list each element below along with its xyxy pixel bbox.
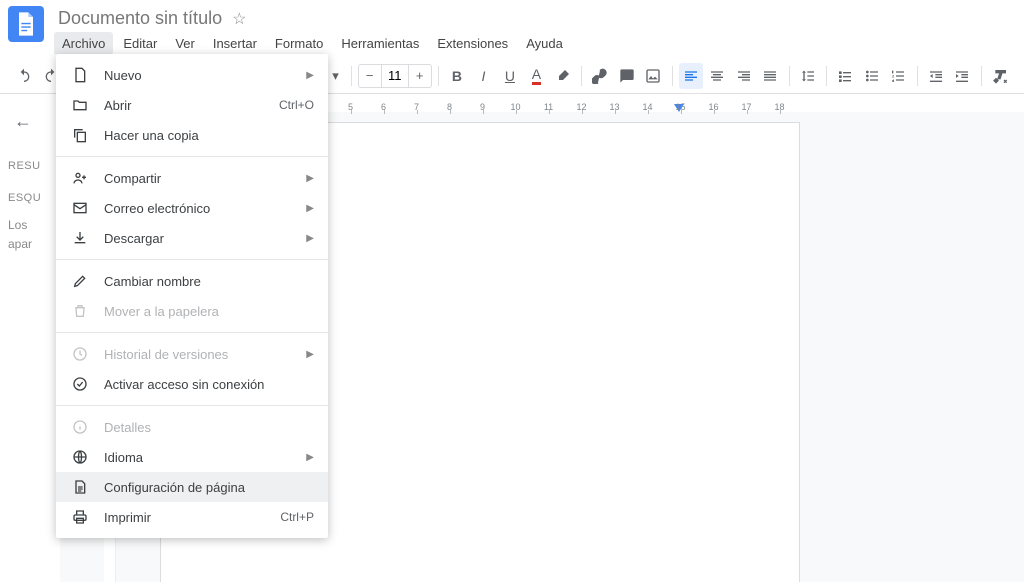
italic-button[interactable]: I — [471, 63, 496, 89]
submenu-arrow-icon: ▶ — [306, 203, 314, 214]
history-icon — [70, 344, 90, 364]
menu-item-compartir[interactable]: Compartir ▶ — [56, 163, 328, 193]
clearformat-button[interactable] — [988, 63, 1013, 89]
undo-button[interactable] — [12, 63, 37, 89]
menu-ayuda[interactable]: Ayuda — [518, 32, 571, 55]
submenu-arrow-icon: ▶ — [306, 349, 314, 360]
menu-editar[interactable]: Editar — [115, 32, 165, 55]
menu-extensiones[interactable]: Extensiones — [429, 32, 516, 55]
bold-button[interactable]: B — [445, 63, 470, 89]
menu-item-historial: Historial de versiones ▶ — [56, 339, 328, 369]
comment-button[interactable] — [615, 63, 640, 89]
underline-button[interactable]: U — [498, 63, 523, 89]
archivo-menu: Nuevo ▶ Abrir Ctrl+O Hacer una copia Com… — [56, 54, 328, 538]
mail-icon — [70, 198, 90, 218]
globe-icon — [70, 447, 90, 467]
numberlist-button[interactable] — [886, 63, 911, 89]
align-justify-button[interactable] — [758, 63, 783, 89]
menu-item-offline[interactable]: Activar acceso sin conexión — [56, 369, 328, 399]
fontsize-minus[interactable]: − — [359, 68, 381, 83]
star-icon[interactable]: ☆ — [232, 9, 246, 29]
align-right-button[interactable] — [732, 63, 757, 89]
menu-archivo[interactable]: Archivo — [54, 32, 113, 55]
textcolor-button[interactable]: A — [524, 63, 549, 89]
copy-icon — [70, 125, 90, 145]
linespacing-button[interactable] — [796, 63, 821, 89]
image-button[interactable] — [641, 63, 666, 89]
menubar: Archivo Editar Ver Insertar Formato Herr… — [54, 31, 571, 56]
submenu-arrow-icon: ▶ — [306, 452, 314, 463]
folder-icon — [70, 95, 90, 115]
menu-item-pagina[interactable]: Configuración de página — [56, 472, 328, 502]
info-icon — [70, 417, 90, 437]
bulletlist-button[interactable] — [860, 63, 885, 89]
menu-herramientas[interactable]: Herramientas — [333, 32, 427, 55]
pencil-icon — [70, 271, 90, 291]
submenu-arrow-icon: ▶ — [306, 70, 314, 81]
outdent-button[interactable] — [924, 63, 949, 89]
menu-item-imprimir[interactable]: Imprimir Ctrl+P — [56, 502, 328, 532]
menu-item-copia[interactable]: Hacer una copia — [56, 120, 328, 150]
menu-ver[interactable]: Ver — [167, 32, 203, 55]
print-icon — [70, 507, 90, 527]
menu-item-correo[interactable]: Correo electrónico ▶ — [56, 193, 328, 223]
menu-item-papelera: Mover a la papelera — [56, 296, 328, 326]
align-left-button[interactable] — [679, 63, 704, 89]
fontsize-plus[interactable]: + — [409, 68, 431, 83]
submenu-arrow-icon: ▶ — [306, 233, 314, 244]
download-icon — [70, 228, 90, 248]
checklist-button[interactable] — [833, 63, 858, 89]
menu-item-descargar[interactable]: Descargar ▶ — [56, 223, 328, 253]
outline-sidebar: ← RESU ESQU Los apar — [0, 94, 60, 582]
menu-item-detalles: Detalles — [56, 412, 328, 442]
indent-button[interactable] — [950, 63, 975, 89]
share-icon — [70, 168, 90, 188]
menu-formato[interactable]: Formato — [267, 32, 331, 55]
align-center-button[interactable] — [705, 63, 730, 89]
document-title[interactable]: Documento sin título — [58, 8, 222, 29]
sidebar-empty-text: Los apar — [8, 216, 52, 254]
menu-item-renombrar[interactable]: Cambiar nombre — [56, 266, 328, 296]
docs-logo[interactable] — [8, 6, 44, 42]
menu-item-idioma[interactable]: Idioma ▶ — [56, 442, 328, 472]
trash-icon — [70, 301, 90, 321]
sidebar-outline-label: ESQU — [8, 192, 52, 204]
app-header: Documento sin título ☆ Archivo Editar Ve… — [0, 0, 1024, 56]
menu-insertar[interactable]: Insertar — [205, 32, 265, 55]
page-icon — [70, 477, 90, 497]
highlight-button[interactable] — [551, 63, 576, 89]
offline-icon — [70, 374, 90, 394]
menu-item-nuevo[interactable]: Nuevo ▶ — [56, 60, 328, 90]
submenu-arrow-icon: ▶ — [306, 173, 314, 184]
fontsize-input[interactable] — [381, 65, 409, 87]
file-icon — [70, 65, 90, 85]
fontsize-control[interactable]: − + — [358, 64, 432, 88]
menu-item-abrir[interactable]: Abrir Ctrl+O — [56, 90, 328, 120]
link-button[interactable] — [588, 63, 613, 89]
sidebar-back-button[interactable]: ← — [8, 106, 38, 136]
sidebar-summary-label: RESU — [8, 160, 52, 172]
